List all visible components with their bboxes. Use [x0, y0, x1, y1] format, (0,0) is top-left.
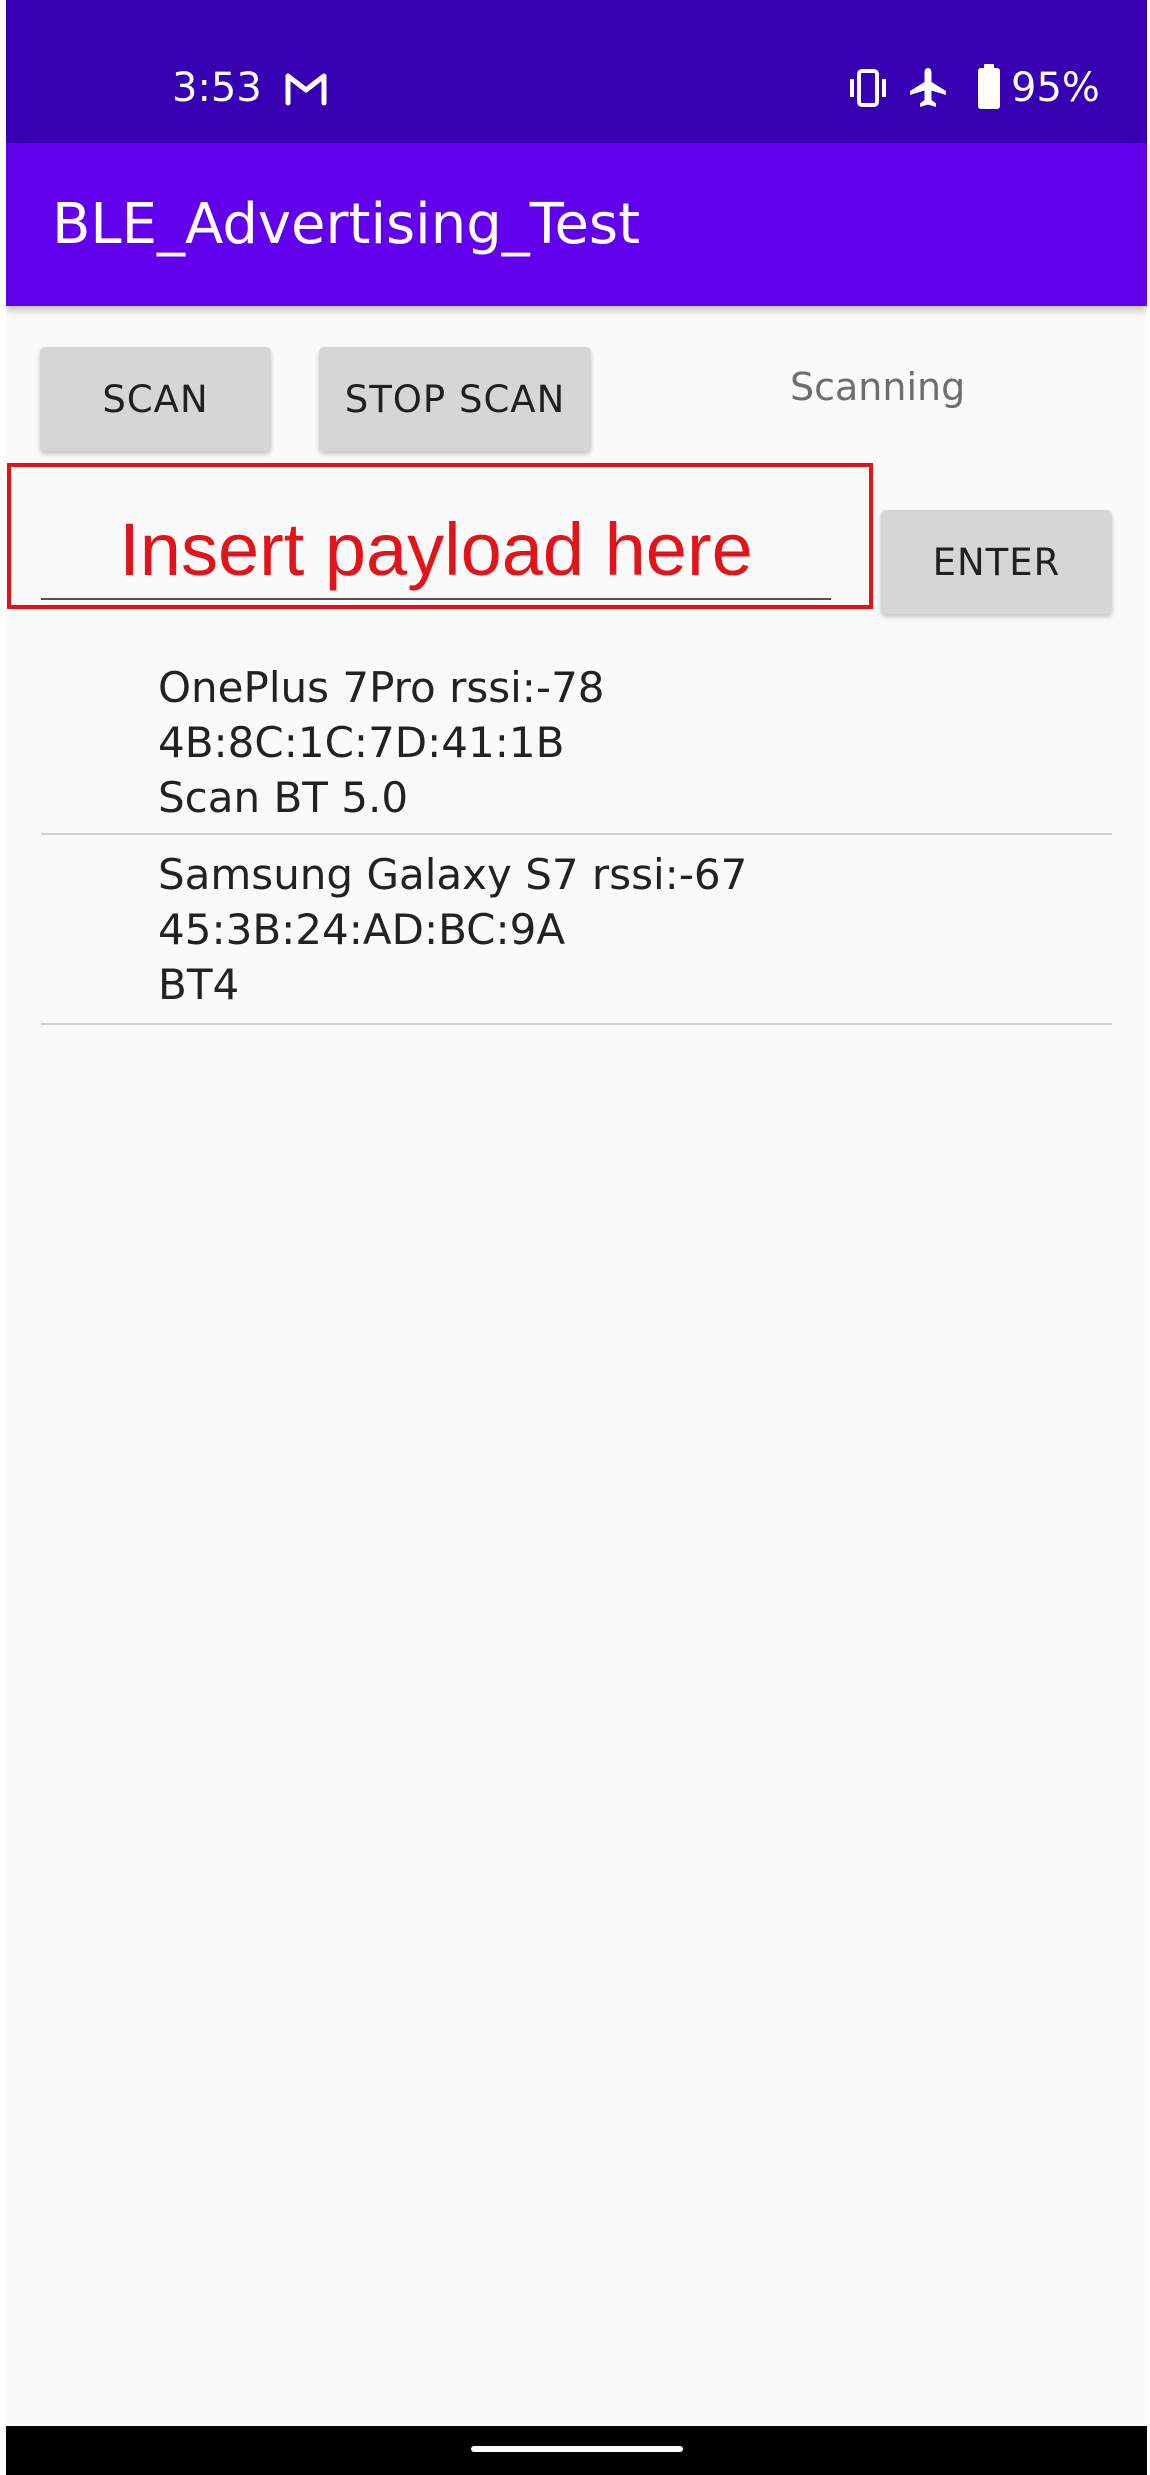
- device-bt-info: BT4: [158, 960, 240, 1009]
- app-title: BLE_Advertising_Test: [52, 192, 641, 257]
- device-bt-info: Scan BT 5.0: [158, 773, 409, 822]
- scan-button[interactable]: SCAN: [40, 347, 271, 451]
- vibrate-icon: [850, 69, 886, 107]
- device-name-rssi: OnePlus 7Pro rssi:-78: [158, 663, 605, 712]
- device-list: OnePlus 7Pro rssi:-78 4B:8C:1C:7D:41:1B …: [41, 648, 1112, 1025]
- stop-scan-button[interactable]: STOP SCAN: [319, 347, 591, 451]
- device-address: 4B:8C:1C:7D:41:1B: [158, 718, 565, 767]
- list-item[interactable]: OnePlus 7Pro rssi:-78 4B:8C:1C:7D:41:1B …: [41, 648, 1112, 835]
- phone-screen: 3:53 95% BLE_Advertising_Test SCAN STOP …: [6, 0, 1147, 2475]
- device-name-rssi: Samsung Galaxy S7 rssi:-67: [158, 850, 748, 899]
- scan-status-text: Scanning: [790, 365, 966, 409]
- status-time: 3:53: [172, 65, 262, 111]
- payload-input[interactable]: [41, 500, 831, 600]
- device-info: OnePlus 7Pro rssi:-78 4B:8C:1C:7D:41:1B …: [158, 660, 605, 825]
- gmail-icon: [285, 73, 327, 106]
- home-gesture-handle[interactable]: [471, 2446, 683, 2452]
- battery-percentage: 95%: [1011, 65, 1100, 111]
- list-item[interactable]: Samsung Galaxy S7 rssi:-67 45:3B:24:AD:B…: [41, 835, 1112, 1025]
- airplane-mode-icon: [910, 68, 946, 107]
- battery-icon: [978, 64, 1000, 109]
- device-address: 45:3B:24:AD:BC:9A: [158, 905, 566, 954]
- navigation-bar: [6, 2426, 1147, 2475]
- app-bar: BLE_Advertising_Test: [6, 143, 1147, 306]
- device-info: Samsung Galaxy S7 rssi:-67 45:3B:24:AD:B…: [158, 847, 747, 1012]
- status-bar: 3:53 95%: [6, 0, 1147, 143]
- enter-button[interactable]: ENTER: [881, 510, 1112, 614]
